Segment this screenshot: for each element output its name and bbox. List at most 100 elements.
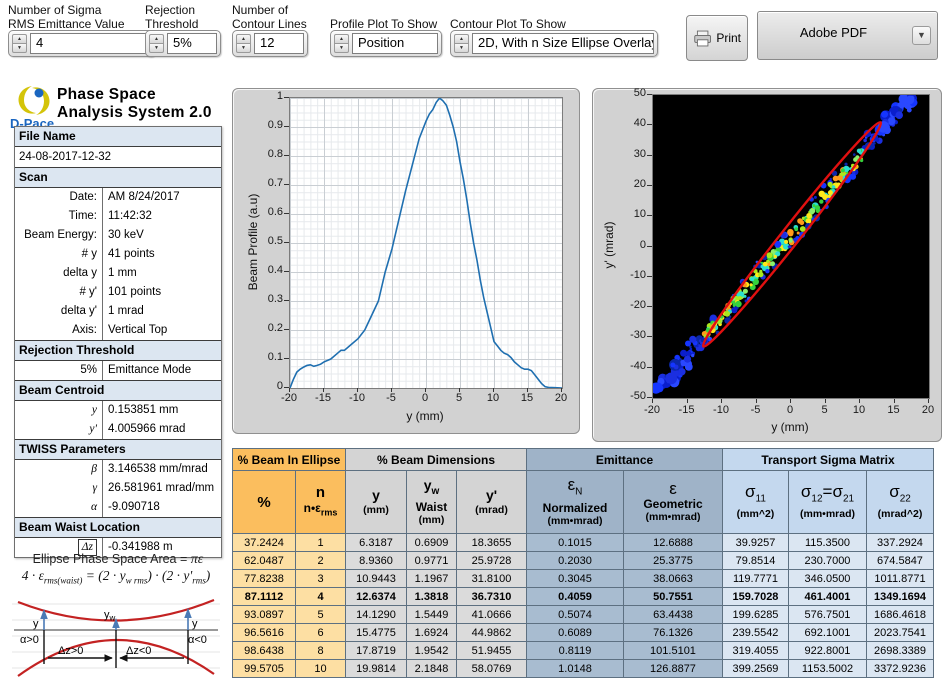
- y-label-right: y: [192, 618, 198, 630]
- table-cell: 101.5101: [623, 641, 723, 660]
- y-tick-mark: [284, 97, 289, 98]
- y-tick-mark: [647, 215, 652, 217]
- x-tick-label: 5: [455, 392, 463, 404]
- profile-plot-selector-buttons[interactable]: ▲ ▼: [334, 34, 349, 53]
- increment-icon[interactable]: ▲: [12, 34, 27, 43]
- table-cell: 2023.7541: [866, 623, 934, 642]
- adobe-pdf-button[interactable]: Adobe PDF ▼: [757, 11, 938, 60]
- column-subtitle: Geometric: [643, 497, 703, 511]
- table-cell: 79.8514: [722, 551, 789, 570]
- table-cell: 2.1848: [406, 659, 457, 678]
- table-row: 99.5705 10 19.9814 2.1848 58.0769 1.0148 126.8…: [232, 659, 934, 678]
- rejection-spinner[interactable]: ▲ ▼ 5%: [145, 30, 221, 57]
- increment-icon[interactable]: ▲: [236, 34, 251, 43]
- table-cell: 12.6374: [345, 587, 407, 606]
- y-tick-label: 0.5: [267, 235, 283, 247]
- decrement-icon[interactable]: ▼: [12, 43, 27, 53]
- contour-plot-selector-buttons[interactable]: ▲ ▼: [454, 34, 469, 53]
- contour-plot-value[interactable]: 2D, With n Size Ellipse Overlay: [472, 33, 654, 54]
- sidebar-row-value: AM 8/24/2017: [108, 191, 180, 203]
- sidebar-row-label-text: α: [90, 501, 97, 513]
- rejection-label: Rejection Threshold: [145, 3, 198, 31]
- y-tick-label: 40: [633, 117, 646, 130]
- decrement-icon[interactable]: ▼: [236, 43, 251, 53]
- table-column-header: σ11 (mm^2): [722, 470, 789, 534]
- increment-icon[interactable]: ▲: [334, 34, 349, 43]
- sidebar-section-header: File Name: [15, 127, 221, 147]
- decrement-icon[interactable]: ▼: [334, 43, 349, 53]
- table-cell: 8: [295, 641, 346, 660]
- sidebar-row: # y 41 points: [15, 245, 221, 264]
- rejection-spinner-buttons[interactable]: ▲ ▼: [149, 34, 164, 53]
- x-tick-mark: [561, 388, 562, 392]
- sidebar-row-label-text: # y: [81, 248, 97, 260]
- print-button[interactable]: Print: [686, 15, 748, 61]
- table-cell: 50.7551: [623, 587, 723, 606]
- sidebar-row: Beam Energy: 30 keV: [15, 226, 221, 245]
- sidebar-row-label: delta y: [15, 264, 103, 283]
- decrement-icon[interactable]: ▼: [149, 43, 164, 53]
- x-tick-label: 0: [421, 392, 429, 404]
- dpace-logo: [18, 86, 50, 115]
- sidebar-section-header: TWISS Parameters: [15, 439, 221, 460]
- table-cell: 17.8719: [345, 641, 407, 660]
- sidebar-row-label: Beam Energy:: [15, 226, 103, 245]
- profile-plot-label: Profile Plot To Show: [330, 17, 437, 31]
- table-cell: 25.3775: [623, 551, 723, 570]
- table-cell: 119.7771: [722, 569, 789, 588]
- contour-plot-selector[interactable]: ▲ ▼ 2D, With n Size Ellipse Overlay: [450, 30, 658, 57]
- adobe-pdf-label: Adobe PDF: [799, 25, 868, 40]
- dropdown-arrow-icon[interactable]: ▼: [912, 26, 931, 45]
- contour-lines-spinner[interactable]: ▲ ▼ 12: [232, 30, 308, 57]
- y-tick-label: 0.6: [267, 206, 283, 218]
- x-tick-mark: [790, 399, 791, 403]
- table-cell: 12.6888: [623, 533, 723, 552]
- sigma-value[interactable]: 4: [30, 33, 152, 54]
- y-tick-mark: [284, 242, 289, 243]
- table-cell: 14.1290: [345, 605, 407, 624]
- column-subtitle: Waist: [415, 499, 448, 514]
- table-column-header: εN Normalized (mm•mrad): [526, 470, 624, 534]
- table-cell: 31.8100: [456, 569, 527, 588]
- x-tick-label: 10: [486, 392, 500, 404]
- decrement-icon[interactable]: ▼: [454, 43, 469, 53]
- x-tick-label: -5: [386, 392, 396, 404]
- sidebar-value-row: 24-08-2017-12-32: [15, 147, 221, 167]
- column-unit: (mrad): [475, 504, 508, 516]
- rejection-value[interactable]: 5%: [167, 33, 217, 54]
- table-cell: 10.9443: [345, 569, 407, 588]
- sigma-spinner[interactable]: ▲ ▼ 4: [8, 30, 156, 57]
- y-tick-mark: [284, 213, 289, 214]
- column-unit: (mm•mrad): [547, 514, 603, 527]
- sidebar-row: y 0.153851 mm: [15, 401, 221, 420]
- x-tick-label: -15: [678, 404, 695, 416]
- table-cell: 674.5847: [866, 551, 934, 570]
- x-tick-label: -5: [750, 404, 761, 416]
- sidebar-section-header: Rejection Threshold: [15, 340, 221, 361]
- table-cell: 692.1001: [788, 623, 867, 642]
- table-column-header: yw Waist (mm): [406, 470, 457, 534]
- table-column-header: σ22 (mrad^2): [866, 470, 934, 534]
- y-tick-mark: [647, 366, 652, 368]
- sidebar-row-value: -9.090718: [108, 501, 160, 513]
- table-cell: 2698.3389: [866, 641, 934, 660]
- increment-icon[interactable]: ▲: [454, 34, 469, 43]
- profile-plot-value[interactable]: Position: [352, 33, 438, 54]
- column-unit: (mm): [363, 504, 389, 516]
- sidebar-section-header: Scan: [15, 167, 221, 188]
- y-tick-label: 30: [633, 147, 646, 160]
- y-tick-mark: [647, 184, 652, 186]
- column-symbol: yw: [423, 477, 440, 497]
- y-tick-label: 20: [633, 177, 646, 190]
- contour-lines-spinner-buttons[interactable]: ▲ ▼: [236, 34, 251, 53]
- increment-icon[interactable]: ▲: [149, 34, 164, 43]
- sigma-spinner-buttons[interactable]: ▲ ▼: [12, 34, 27, 53]
- table-row: 96.5616 6 15.4775 1.6924 44.9862 0.6089 76.132…: [232, 623, 934, 642]
- phase-space-plot-area: [652, 94, 930, 399]
- phase-space-contour-panel: y' (mrad) y (mm) -50 -40 -30 -20 -10 0 10 20 30 4…: [592, 87, 942, 442]
- table-cell: 1.9542: [406, 641, 457, 660]
- table-row: 62.0487 2 8.9360 0.9771 25.9728 0.2030 25.3775…: [232, 551, 934, 570]
- contour-lines-value[interactable]: 12: [254, 33, 304, 54]
- x-tick-mark: [493, 388, 494, 392]
- profile-plot-selector[interactable]: ▲ ▼ Position: [330, 30, 442, 57]
